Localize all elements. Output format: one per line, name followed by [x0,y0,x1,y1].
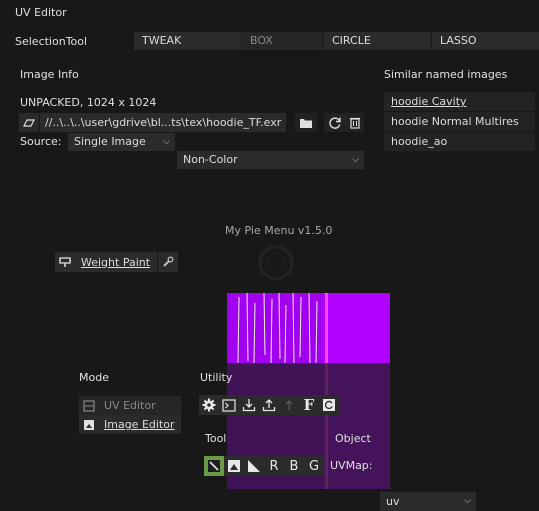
channel-g-button[interactable]: G [304,456,324,476]
uvmap-label: UVMap: [330,459,373,472]
chevron-down-icon: ⌵ [464,496,471,506]
weight-paint-button[interactable]: Weight Paint [55,252,157,272]
upload-disabled-icon[interactable] [279,395,299,415]
folder-icon[interactable] [295,113,317,132]
uv-editor-label: UV Editor [104,399,156,412]
filepath-field[interactable]: //..\..\..\user\gdrive\bl...ts\tex\hoodi… [40,113,286,132]
similar-images-list: hoodie Cavity hoodie Normal Multires hoo… [384,92,535,152]
selection-tool-label: SelectionTool [15,35,88,48]
image-status: UNPACKED, 1024 x 1024 [20,96,157,109]
tweak-label: TWEAK [142,34,182,47]
gear-icon[interactable] [199,395,219,415]
utility-toolbar: F [199,395,339,415]
mode-image-editor-button[interactable]: Image Editor [79,415,181,434]
image-editor-label: Image Editor [104,418,175,431]
source-dropdown[interactable]: Single Image ⌵ [68,133,176,151]
chevron-down-icon: ⌵ [352,155,359,165]
image-info-title: Image Info [20,68,79,81]
weight-paint-icon [55,256,75,268]
trash-icon[interactable] [345,113,364,132]
similar-image-label: hoodie Cavity [391,95,467,108]
similar-image-label: hoodie_ao [391,135,448,148]
similar-image-item[interactable]: hoodie_ao [384,132,535,152]
uvmap-value: uv [386,495,400,508]
pie-center-ring [258,245,294,281]
wrench-icon[interactable] [158,252,178,272]
export-icon[interactable] [259,395,279,415]
reload-icon[interactable] [324,113,345,132]
object-title: Object [335,432,371,445]
utility-title: Utility [200,371,233,384]
weight-paint-label: Weight Paint [81,255,151,269]
uvmap-dropdown[interactable]: uv ⌵ [380,492,476,511]
source-value: Single Image [74,135,146,148]
chevron-down-icon: ⌵ [163,137,170,147]
channel-r-button[interactable]: R [264,456,284,476]
tool-title: Tool [205,432,227,445]
image-editor-icon [79,419,99,431]
circle-label: CIRCLE [332,34,371,47]
font-icon[interactable]: F [299,395,319,415]
uv-editor-icon [79,399,99,412]
source-label: Source: [20,135,62,148]
selection-circle-button[interactable]: CIRCLE [324,32,432,50]
colorspace-dropdown[interactable]: Non-Color ⌵ [177,151,365,169]
reload-image-icon[interactable] [319,395,339,415]
selection-box-button[interactable]: BOX [242,32,324,50]
gradient-tool-icon[interactable] [244,456,264,476]
similar-images-title: Similar named images [384,68,508,81]
editor-title: UV Editor [15,6,67,19]
pack-icon[interactable] [19,113,39,132]
similar-image-item[interactable]: hoodie Normal Multires [384,112,535,132]
mode-uv-editor-button[interactable]: UV Editor [79,396,181,415]
colorspace-value: Non-Color [183,153,238,166]
mode-title: Mode [79,371,109,384]
selection-tweak-button[interactable]: TWEAK [134,32,242,50]
pie-menu-title: My Pie Menu v1.5.0 [225,224,333,237]
draw-tool-icon[interactable] [204,456,224,476]
lasso-label: LASSO [440,34,477,47]
similar-image-label: hoodie Normal Multires [391,115,519,128]
selection-tool-selector: TWEAK BOX CIRCLE LASSO [134,32,539,50]
tool-toolbar: R B G [204,456,324,476]
fill-tool-icon[interactable] [224,456,244,476]
import-icon[interactable] [239,395,259,415]
similar-image-item[interactable]: hoodie Cavity [384,92,535,112]
selection-lasso-button[interactable]: LASSO [432,32,539,50]
box-label: BOX [250,34,273,47]
channel-b-button[interactable]: B [284,456,304,476]
console-icon[interactable] [219,395,239,415]
